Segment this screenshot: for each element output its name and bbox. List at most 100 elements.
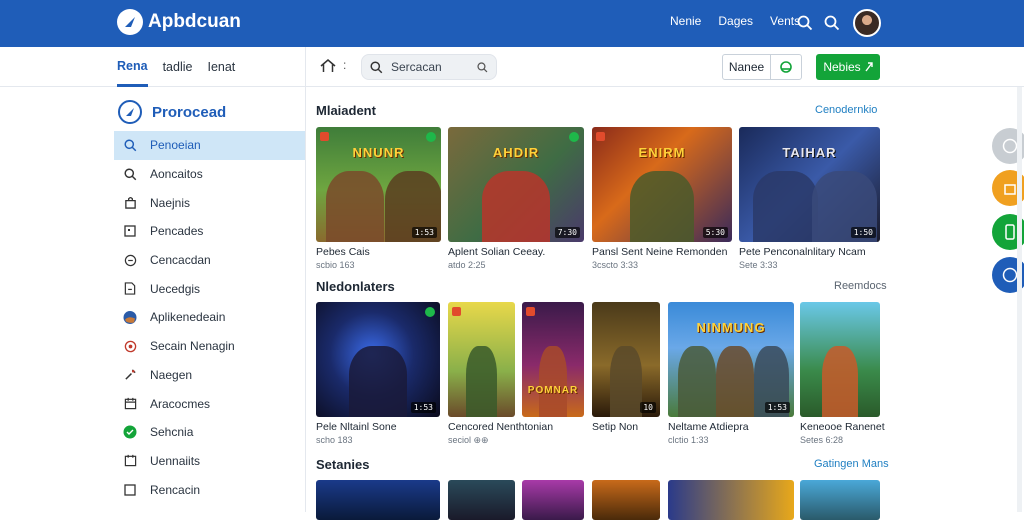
character-art bbox=[349, 345, 407, 417]
sidebar-item-rencacin[interactable]: Rencacin bbox=[114, 475, 305, 504]
app-logo[interactable]: Apbdcuan bbox=[117, 9, 241, 35]
duration-badge: 10 bbox=[640, 402, 656, 413]
game-card[interactable]: NNUNR 1:53 Pebes Cais scbio 163 bbox=[316, 127, 441, 270]
sidebar-item-uennaiits[interactable]: Uennaiits bbox=[114, 447, 305, 476]
search-input[interactable]: Sercacan bbox=[361, 54, 497, 80]
tab-tadlie[interactable]: tadlie bbox=[163, 47, 193, 87]
game-meta: seciol ⊕⊕ bbox=[448, 435, 489, 445]
smile-icon bbox=[1002, 138, 1018, 154]
tab-ienat[interactable]: Ienat bbox=[207, 47, 235, 87]
game-meta: scho 183 bbox=[316, 435, 353, 445]
game-thumbnail[interactable] bbox=[592, 480, 660, 520]
sidebar-item-naegen[interactable]: Naegen bbox=[114, 361, 305, 390]
sidebar-item-label: Uennaiits bbox=[150, 453, 201, 468]
game-thumbnail[interactable]: TAIHAR 1:50 bbox=[739, 127, 880, 242]
section-link[interactable]: Gatingen Mans bbox=[814, 458, 889, 470]
game-logo-art: ENIRM bbox=[638, 145, 686, 161]
game-thumbnail[interactable] bbox=[800, 302, 880, 417]
sidebar-item-label: Aoncaitos bbox=[150, 167, 203, 182]
game-card[interactable] bbox=[800, 480, 880, 520]
game-thumbnail[interactable] bbox=[668, 480, 794, 520]
game-thumbnail[interactable]: AHDIR 7:30 bbox=[448, 127, 584, 242]
status-dot-icon bbox=[569, 132, 579, 142]
top-nav-link[interactable]: Dages bbox=[718, 14, 753, 28]
section-link[interactable]: Reemdocs bbox=[834, 280, 887, 292]
chat-icon bbox=[123, 253, 137, 267]
game-thumbnail[interactable] bbox=[800, 480, 880, 520]
avatar[interactable] bbox=[853, 9, 881, 37]
sidebar-item-aplikenedeain[interactable]: Aplikenedeain bbox=[114, 303, 305, 332]
game-card[interactable] bbox=[522, 480, 584, 520]
search-icon[interactable] bbox=[477, 61, 488, 73]
chat-icon bbox=[1002, 267, 1018, 283]
sidebar-item-pencades[interactable]: Pencades bbox=[114, 217, 305, 246]
search-icon[interactable] bbox=[795, 13, 815, 33]
flag-icon bbox=[596, 132, 605, 141]
square-icon bbox=[123, 224, 137, 238]
game-thumbnail[interactable]: ENIRM 5:30 bbox=[592, 127, 732, 242]
game-thumbnail[interactable]: 10 bbox=[592, 302, 660, 417]
sidebar-item-aoncaitos[interactable]: Aoncaitos bbox=[114, 160, 305, 189]
sidebar-list: Penoeian Aoncaitos Naejnis Pencades Cenc… bbox=[114, 131, 305, 504]
game-thumbnail[interactable]: NNUNR 1:53 bbox=[316, 127, 441, 242]
sidebar-item-aracocmes[interactable]: Aracocmes bbox=[114, 389, 305, 418]
compass-icon bbox=[118, 100, 142, 124]
game-card[interactable]: 10 Setip Non bbox=[592, 302, 660, 433]
game-thumbnail[interactable]: 1:53 bbox=[316, 302, 440, 417]
game-thumbnail[interactable]: POMNAR bbox=[522, 302, 584, 417]
game-logo-art: TAIHAR bbox=[782, 145, 837, 161]
sidebar-item-penoeian[interactable]: Penoeian bbox=[114, 131, 305, 160]
nanee-button[interactable]: Nanee bbox=[722, 54, 802, 80]
game-thumbnail[interactable] bbox=[448, 302, 515, 417]
home-icon[interactable] bbox=[320, 59, 336, 78]
game-thumbnail[interactable] bbox=[316, 480, 440, 520]
section-title: Nledonlaters bbox=[316, 279, 395, 294]
sidebar-item-cencacdan[interactable]: Cencacdan bbox=[114, 246, 305, 275]
search-icon bbox=[370, 60, 383, 73]
game-card[interactable] bbox=[592, 480, 660, 520]
calendar-icon bbox=[123, 397, 137, 411]
game-card[interactable]: TAIHAR 1:50 Pete Penconalnlitary Ncam Se… bbox=[739, 127, 880, 270]
game-card[interactable]: 1:53 Pele Nltainl Sone scho 183 bbox=[316, 302, 440, 445]
game-card[interactable] bbox=[668, 480, 794, 520]
sidebar-item-label: Pencades bbox=[150, 224, 204, 239]
app-title: Apbdcuan bbox=[148, 11, 241, 32]
game-thumbnail[interactable] bbox=[522, 480, 584, 520]
search-icon bbox=[123, 138, 137, 152]
game-card[interactable]: Keneooe Ranenet Setes 6:28 bbox=[800, 302, 885, 445]
duration-badge: 1:50 bbox=[850, 227, 876, 238]
refresh-icon[interactable] bbox=[771, 60, 801, 74]
game-card[interactable]: NINMUNG 1:53 Neltame Atdiepra clctio 1:3… bbox=[668, 302, 794, 445]
sidebar-item-sehcnia[interactable]: Sehcnia bbox=[114, 418, 305, 447]
nebies-button[interactable]: Nebies bbox=[816, 54, 880, 80]
game-thumbnail[interactable] bbox=[448, 480, 515, 520]
section-title: Setanies bbox=[316, 457, 370, 472]
game-card[interactable]: POMNAR bbox=[522, 302, 584, 417]
status-dot-icon bbox=[426, 132, 436, 142]
nanee-button-label: Nanee bbox=[723, 55, 771, 79]
doc-icon bbox=[123, 282, 137, 296]
search-label: Sercacan bbox=[391, 60, 442, 74]
game-card[interactable] bbox=[448, 480, 515, 520]
sidebar-item-naejnis[interactable]: Naejnis bbox=[114, 188, 305, 217]
sidebar-item-uecedgis[interactable]: Uecedgis bbox=[114, 274, 305, 303]
search-icon[interactable] bbox=[822, 13, 842, 33]
sidebar-divider bbox=[305, 47, 306, 512]
top-navigation-bar: Apbdcuan Nenie Dages Vents bbox=[0, 0, 1024, 47]
game-thumbnail[interactable]: NINMUNG 1:53 bbox=[668, 302, 794, 417]
tab-rena[interactable]: Rena bbox=[117, 47, 148, 87]
sidebar-item-secain-nenagin[interactable]: Secain Nenagin bbox=[114, 332, 305, 361]
sidebar-heading[interactable]: Prorocead bbox=[114, 96, 305, 128]
game-title: Pele Nltainl Sone bbox=[316, 421, 397, 433]
game-card[interactable]: AHDIR 7:30 Aplent Solian Ceeay. atdo 2:2… bbox=[448, 127, 584, 270]
nebies-button-label: Nebies bbox=[823, 60, 861, 74]
game-meta: Sete 3:33 bbox=[739, 260, 778, 270]
game-card[interactable] bbox=[316, 480, 440, 520]
gift-icon bbox=[1004, 184, 1016, 195]
sidebar-item-label: Secain Nenagin bbox=[150, 339, 235, 354]
scrollbar[interactable] bbox=[1017, 87, 1022, 512]
section-link[interactable]: Cenodernkio bbox=[815, 104, 877, 116]
game-card[interactable]: ENIRM 5:30 Pansl Sent Neine Remonden 3cs… bbox=[592, 127, 732, 270]
top-nav-link[interactable]: Nenie bbox=[670, 14, 701, 28]
duration-badge: 1:53 bbox=[764, 402, 790, 413]
